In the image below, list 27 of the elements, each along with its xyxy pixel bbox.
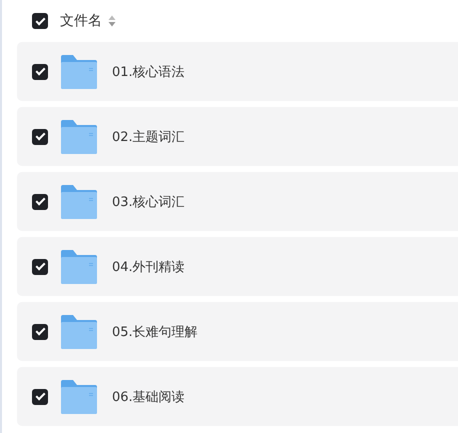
file-row[interactable]: 06.基础阅读 [17, 367, 458, 426]
file-name: 03.核心词汇 [112, 194, 185, 210]
folder-icon [61, 184, 97, 218]
checkbox[interactable] [32, 64, 48, 80]
file-row[interactable]: 05.长难句理解 [17, 302, 458, 361]
checkbox[interactable] [32, 128, 48, 144]
folder-icon [61, 120, 97, 154]
file-row[interactable]: 02.主题词汇 [17, 107, 458, 166]
folder-icon [61, 380, 97, 414]
file-name: 01.核心语法 [112, 64, 185, 80]
file-name: 02.主题词汇 [112, 128, 185, 146]
checkbox[interactable] [32, 258, 48, 274]
folder-icon [61, 54, 97, 88]
checkbox[interactable] [32, 194, 48, 210]
file-row[interactable]: 01.核心语法 [17, 42, 458, 101]
checkbox[interactable] [32, 13, 48, 29]
folder-icon [61, 314, 97, 348]
sort-icon[interactable] [108, 15, 116, 27]
file-row[interactable]: 03.核心词汇 [17, 172, 458, 231]
file-row[interactable]: 04.外刊精读 [17, 237, 458, 296]
folder-icon [61, 250, 97, 284]
file-name: 06.基础阅读 [112, 388, 185, 406]
checkbox[interactable] [32, 388, 48, 404]
column-header: 文件名 [60, 12, 102, 30]
checkbox[interactable] [32, 324, 48, 340]
file-name: 04.外刊精读 [112, 258, 185, 276]
file-name: 05.长难句理解 [112, 324, 198, 340]
